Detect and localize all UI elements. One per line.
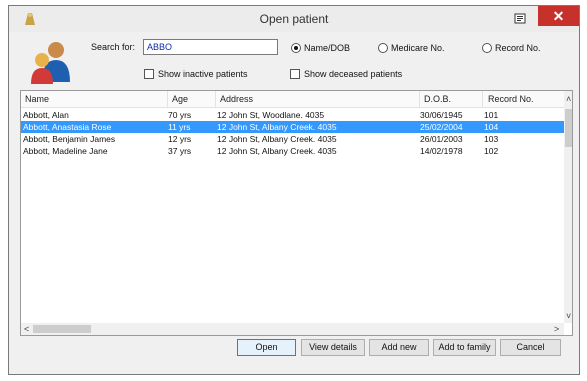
show-deceased-label[interactable]: Show deceased patients [304, 69, 402, 79]
radio-medicare-no[interactable] [378, 43, 388, 53]
open-patient-dialog: Open patient ✕ Search for: Name/DOB Medi… [8, 5, 580, 375]
column-divider[interactable] [215, 91, 216, 107]
close-icon: ✕ [552, 8, 565, 24]
vertical-scrollbar[interactable]: ˄ ˅ [564, 91, 572, 323]
radio-name-dob[interactable] [291, 43, 301, 53]
open-button[interactable]: Open [237, 339, 296, 356]
cell-record-no: 102 [484, 146, 499, 156]
cell-name: Abbott, Anastasia Rose [23, 122, 112, 132]
cell-address: 12 John St, Woodlane. 4035 [217, 110, 325, 120]
close-button[interactable]: ✕ [538, 6, 579, 26]
column-header-record-no[interactable]: Record No. [488, 94, 534, 104]
scroll-down-arrow[interactable]: ˅ [566, 311, 571, 321]
scroll-up-arrow[interactable]: ˄ [566, 94, 571, 104]
add-new-button[interactable]: Add new [369, 339, 429, 356]
cell-dob: 14/02/1978 [420, 146, 463, 156]
window-title: Open patient [259, 12, 329, 26]
view-details-button[interactable]: View details [301, 339, 365, 356]
radio-record-no-label[interactable]: Record No. [495, 43, 541, 53]
column-header-name[interactable]: Name [25, 94, 49, 104]
cell-record-no: 103 [484, 134, 499, 144]
column-divider[interactable] [167, 91, 168, 107]
cell-age: 11 yrs [168, 122, 191, 132]
cell-dob: 26/01/2003 [420, 134, 463, 144]
search-label: Search for: [91, 42, 136, 52]
cell-dob: 30/06/1945 [420, 110, 463, 120]
show-inactive-label[interactable]: Show inactive patients [158, 69, 248, 79]
column-header-age[interactable]: Age [172, 94, 188, 104]
table-row-selected[interactable]: Abbott, Anastasia Rose 11 yrs 12 John St… [21, 121, 564, 133]
scroll-left-arrow[interactable]: < [24, 324, 29, 334]
scroll-right-arrow[interactable]: > [554, 324, 559, 334]
cell-name: Abbott, Alan [23, 110, 69, 120]
add-to-family-button[interactable]: Add to family [433, 339, 496, 356]
cell-age: 12 yrs [168, 134, 192, 144]
search-input[interactable] [143, 39, 278, 55]
list-header: Name Age Address D.O.B. Record No. [21, 91, 564, 108]
cell-record-no: 101 [484, 110, 499, 120]
radio-medicare-no-label[interactable]: Medicare No. [391, 43, 445, 53]
cell-record-no: 104 [484, 122, 499, 132]
cell-name: Abbott, Benjamin James [23, 134, 116, 144]
horizontal-scroll-thumb[interactable] [33, 325, 91, 333]
cell-dob: 25/02/2004 [420, 122, 463, 132]
cell-age: 70 yrs [168, 110, 192, 120]
show-deceased-checkbox[interactable] [290, 69, 300, 79]
patients-avatar-icon [31, 42, 70, 84]
cell-name: Abbott, Madeline Jane [23, 146, 108, 156]
patient-list[interactable]: Name Age Address D.O.B. Record No. Abbot… [20, 90, 573, 336]
horizontal-scrollbar[interactable]: < > [21, 323, 564, 335]
column-header-address[interactable]: Address [220, 94, 253, 104]
title-bar[interactable]: Open patient ✕ [9, 6, 579, 32]
show-inactive-checkbox[interactable] [144, 69, 154, 79]
cell-age: 37 yrs [168, 146, 192, 156]
radio-name-dob-label[interactable]: Name/DOB [304, 43, 350, 53]
cell-address: 12 John St, Albany Creek. 4035 [217, 134, 337, 144]
cell-address: 12 John St, Albany Creek. 4035 [217, 122, 337, 132]
table-row[interactable]: Abbott, Alan 70 yrs 12 John St, Woodlane… [21, 109, 564, 121]
column-header-dob[interactable]: D.O.B. [424, 94, 451, 104]
column-divider[interactable] [419, 91, 420, 107]
table-row[interactable]: Abbott, Madeline Jane 37 yrs 12 John St,… [21, 145, 564, 157]
vertical-scroll-thumb[interactable] [565, 109, 572, 147]
help-icon[interactable] [514, 12, 528, 26]
cancel-button[interactable]: Cancel [500, 339, 561, 356]
column-divider[interactable] [482, 91, 483, 107]
cell-address: 12 John St, Albany Creek. 4035 [217, 146, 337, 156]
table-row[interactable]: Abbott, Benjamin James 12 yrs 12 John St… [21, 133, 564, 145]
radio-record-no[interactable] [482, 43, 492, 53]
